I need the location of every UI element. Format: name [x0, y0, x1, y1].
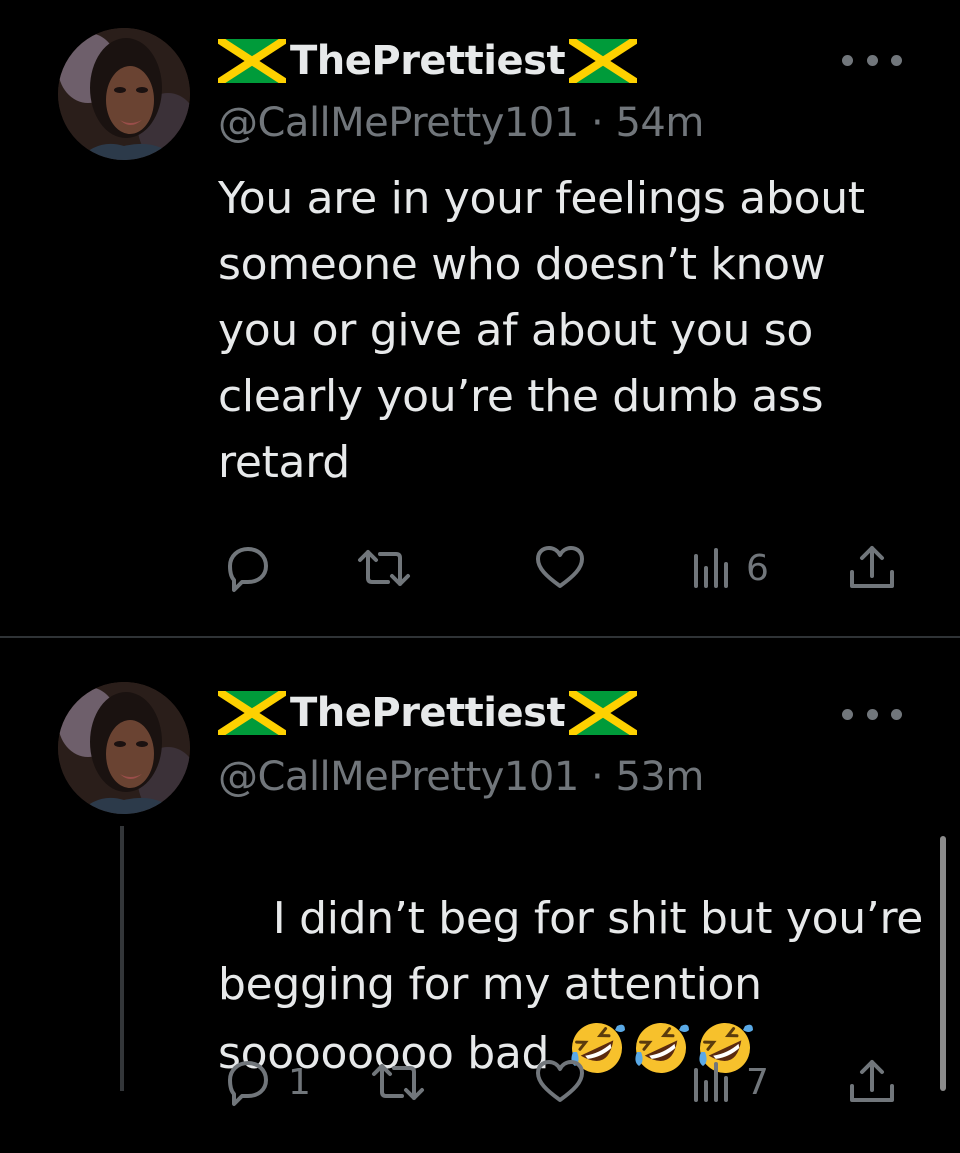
reply-count: 1: [288, 1061, 311, 1103]
views-count: 6: [746, 547, 769, 589]
views-button[interactable]: 6: [690, 540, 769, 596]
thread-line: [120, 826, 124, 1091]
reply-icon: [228, 1061, 268, 1106]
jamaica-flag-icon: [569, 691, 637, 735]
jamaica-flag-icon: [569, 39, 637, 83]
jamaica-flag-icon: [218, 39, 286, 83]
repost-button[interactable]: [368, 1054, 428, 1110]
reply-button[interactable]: 1: [220, 1054, 311, 1110]
tweet-text: You are in your feelings about someone w…: [218, 173, 865, 488]
share-button[interactable]: [844, 540, 900, 596]
like-button[interactable]: [532, 540, 588, 596]
jamaica-flag-icon: [218, 691, 286, 735]
views-count: 7: [746, 1061, 769, 1103]
views-button[interactable]: 7: [690, 1054, 769, 1110]
separator: ·: [591, 100, 604, 146]
timestamp[interactable]: 54m: [615, 100, 704, 146]
repost-button[interactable]: [354, 540, 414, 596]
display-name[interactable]: ThePrettiest: [290, 690, 566, 736]
scrollbar[interactable]: [940, 836, 946, 1091]
reply-icon: [228, 547, 268, 592]
like-icon: [536, 546, 584, 588]
share-button[interactable]: [844, 1054, 900, 1110]
display-name[interactable]: ThePrettiest: [290, 38, 566, 84]
like-button[interactable]: [532, 1054, 588, 1110]
handle-row: @CallMePretty101 · 54m: [218, 100, 704, 146]
repost-icon: [372, 1064, 424, 1100]
views-icon: [694, 548, 728, 588]
more-icon[interactable]: [842, 702, 902, 726]
author-name-row[interactable]: ThePrettiest: [218, 36, 637, 86]
handle-row: @CallMePretty101 · 53m: [218, 754, 704, 800]
separator: ·: [591, 754, 604, 800]
handle[interactable]: @CallMePretty101: [218, 754, 579, 800]
share-icon: [850, 1060, 894, 1102]
more-icon[interactable]: [842, 48, 902, 72]
views-icon: [694, 1062, 728, 1102]
share-icon: [850, 546, 894, 588]
repost-icon: [358, 550, 410, 586]
avatar[interactable]: [58, 682, 190, 814]
author-name-row[interactable]: ThePrettiest: [218, 688, 637, 738]
divider: [0, 636, 960, 638]
handle[interactable]: @CallMePretty101: [218, 100, 579, 146]
avatar[interactable]: [58, 28, 190, 160]
like-icon: [536, 1060, 584, 1102]
action-bar: 6: [218, 540, 908, 596]
action-bar: 1 7: [218, 1054, 908, 1110]
reply-button[interactable]: [220, 540, 276, 596]
timestamp[interactable]: 53m: [615, 754, 704, 800]
